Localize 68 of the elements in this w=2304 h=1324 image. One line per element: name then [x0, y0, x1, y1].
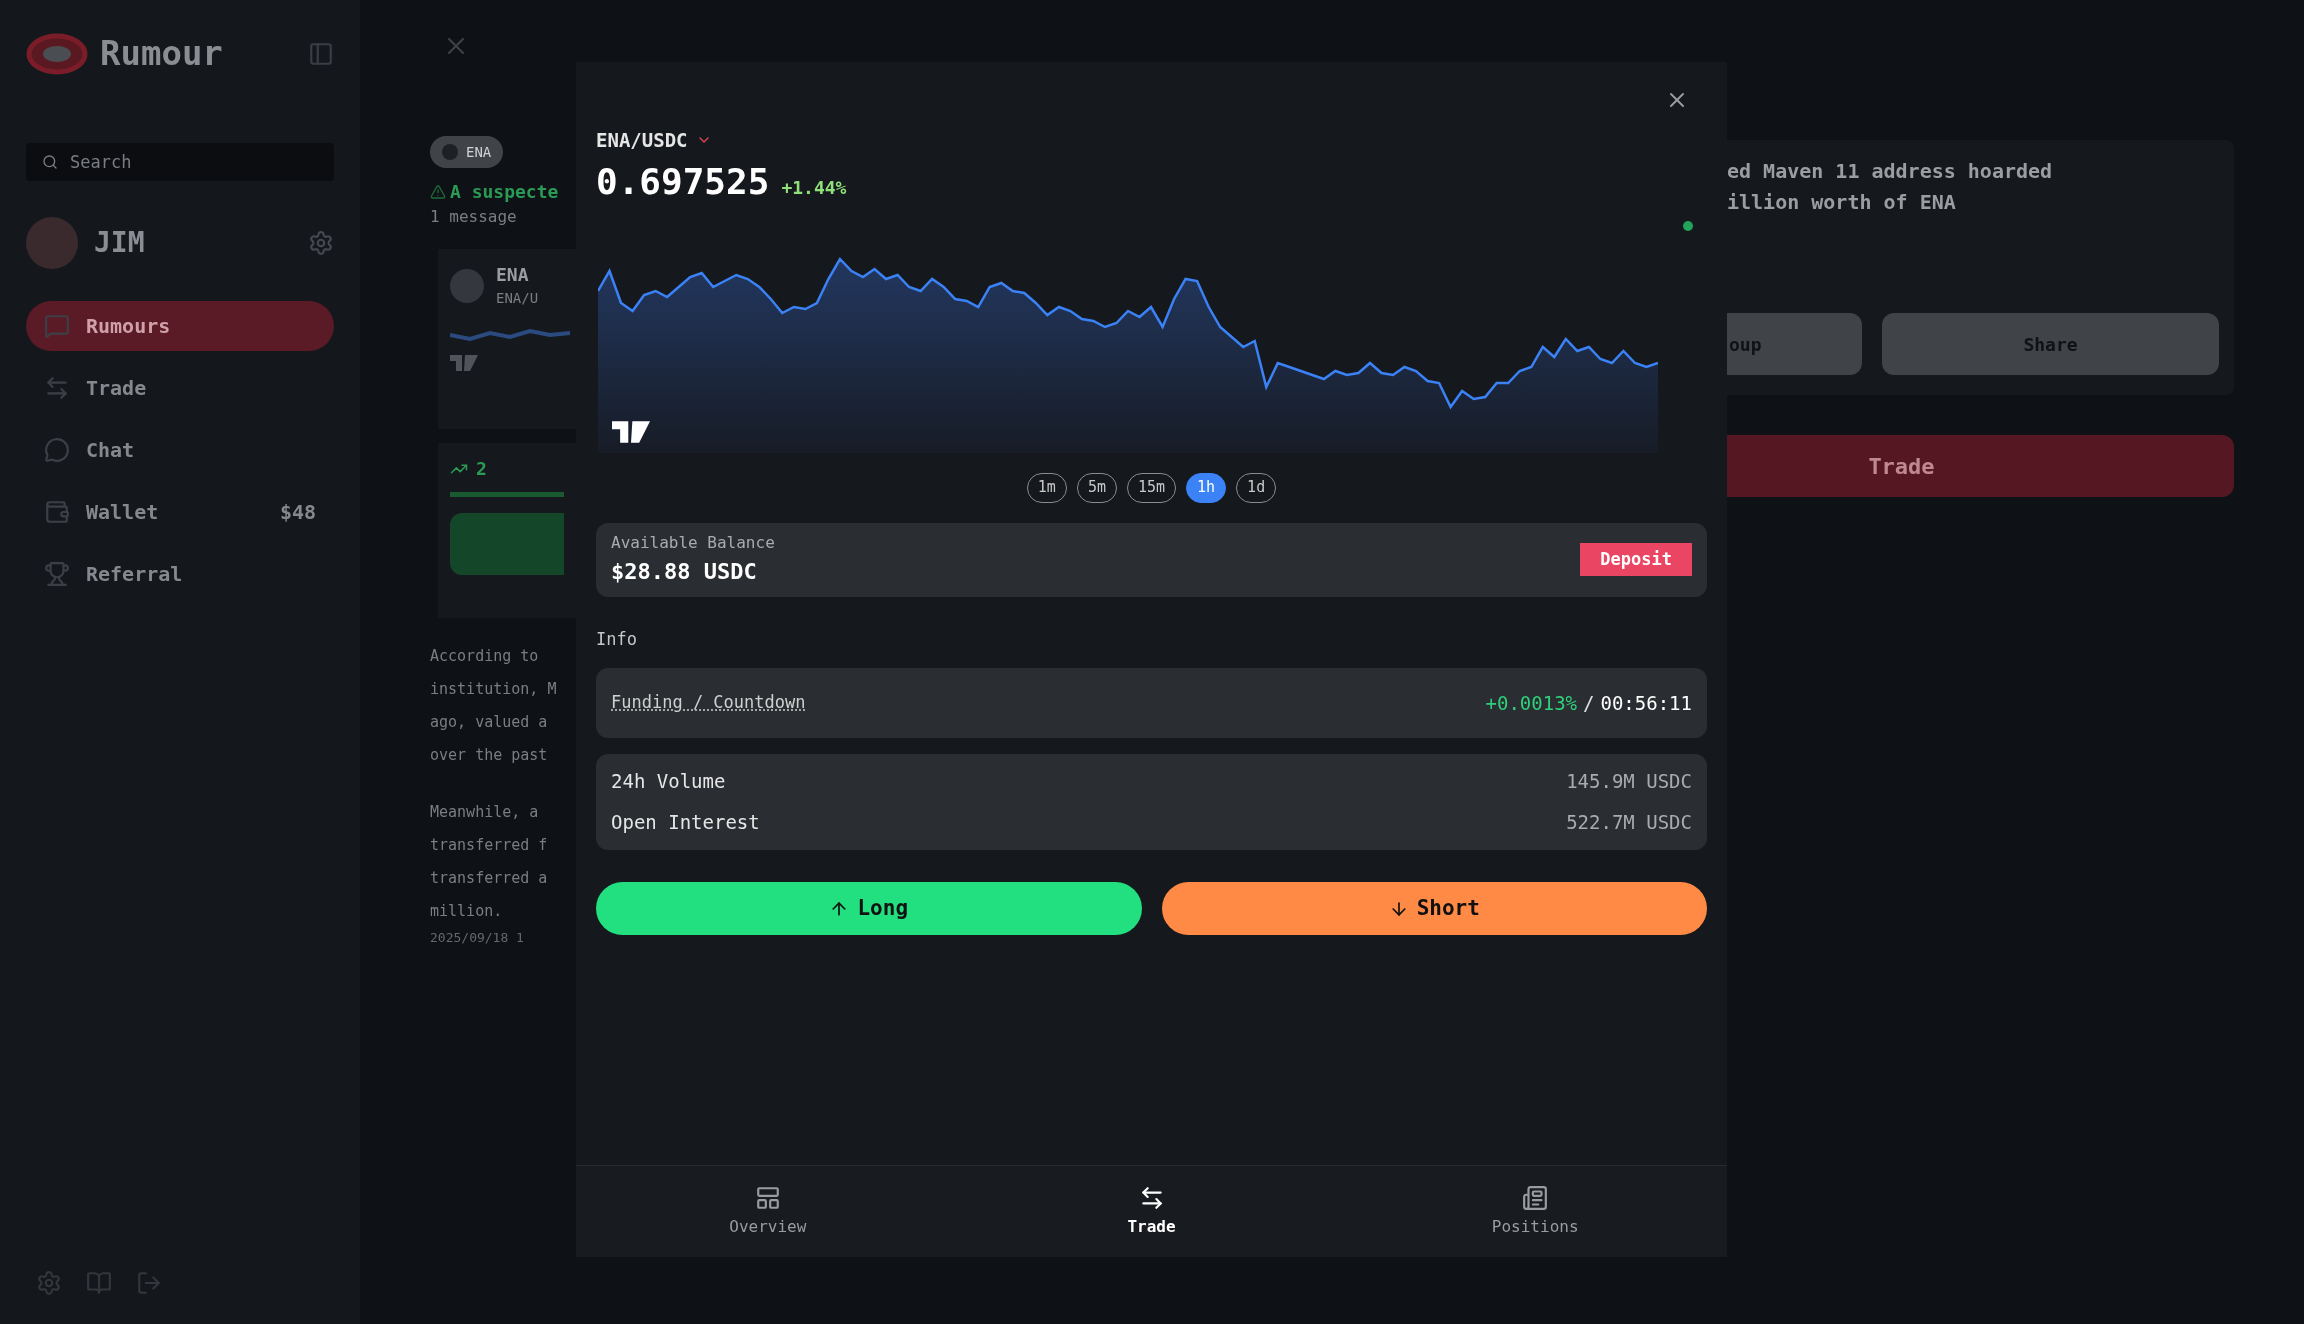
article-text: transferred f: [430, 835, 549, 856]
price: 0.697525: [596, 159, 770, 204]
token-symbol: ENA: [496, 263, 530, 287]
logout-icon[interactable]: [136, 1270, 162, 1296]
nav-item[interactable]: Chat: [26, 425, 334, 475]
stat-label: Open Interest: [611, 810, 760, 836]
sidebar-toggle-icon[interactable]: [308, 40, 334, 67]
funding-rate: +0.0013%: [1485, 690, 1578, 716]
balance-label: Available Balance: [611, 532, 776, 554]
wallet-icon: [44, 499, 70, 525]
article-text: million.: [430, 901, 504, 922]
warning-icon: [430, 183, 446, 200]
stat-value: 145.9M USDC: [1566, 769, 1692, 795]
settings-icon[interactable]: [308, 230, 334, 256]
trophy-icon: [44, 561, 70, 587]
book-icon[interactable]: [86, 1270, 112, 1296]
article-text: According to: [430, 646, 540, 667]
chart-logo-icon: [612, 420, 650, 443]
vote-count: 2: [476, 457, 487, 481]
article-text: institution, M: [430, 679, 558, 700]
headline: A suspecte: [450, 180, 559, 204]
countdown: 00:56:11: [1600, 690, 1692, 716]
separator: /: [1583, 690, 1595, 716]
article-text: over the past: [430, 745, 549, 766]
document-icon: [1522, 1184, 1549, 1211]
arrows-icon: [44, 375, 70, 401]
chart-logo-icon: [450, 355, 478, 371]
bottom-tab[interactable]: Trade: [959, 1166, 1344, 1257]
article-text: transferred a: [430, 868, 549, 889]
chat-icon: [44, 437, 70, 463]
stat-label: 24h Volume: [611, 769, 726, 795]
nav-item[interactable]: Wallet $48: [26, 487, 334, 537]
message-count: 1 message: [430, 206, 518, 228]
article-text: ago, valued a: [430, 712, 549, 733]
token-tag[interactable]: ENA: [430, 136, 504, 168]
stat-value: 522.7M USDC: [1566, 810, 1692, 836]
timeframe-button[interactable]: 1h: [1186, 472, 1227, 503]
lips-logo-icon: [26, 31, 88, 76]
price-change: +1.44%: [781, 175, 847, 200]
coin-icon: [442, 144, 458, 160]
section-label: Info: [596, 627, 638, 651]
token-pair: ENA/U: [496, 289, 539, 308]
user-name: JIM: [94, 225, 146, 261]
nav-item[interactable]: Trade: [26, 363, 334, 413]
wallet-balance: $48: [279, 499, 316, 526]
long-button[interactable]: Long: [596, 882, 1142, 935]
speech-bubble-icon: [44, 313, 70, 339]
avatar[interactable]: [26, 217, 78, 269]
bottom-tab[interactable]: Positions: [1343, 1166, 1727, 1257]
nav-item[interactable]: Referral: [26, 549, 334, 599]
deposit-button[interactable]: Deposit: [1580, 543, 1692, 576]
rumour-title: ed Maven 11 address hoarded: [1727, 158, 2054, 185]
coin-icon: [450, 269, 484, 303]
short-button[interactable]: Short: [1161, 882, 1707, 935]
timestamp: 2025/09/18 1: [430, 929, 525, 947]
panel-icon: [754, 1184, 781, 1211]
brand-name: Rumour: [100, 32, 223, 75]
search-icon: [42, 154, 58, 170]
balance-value: $28.88 USDC: [611, 558, 758, 586]
article-text: Meanwhile, a: [430, 802, 540, 823]
nav-item[interactable]: Rumours: [26, 301, 334, 351]
bottom-tab[interactable]: Overview: [576, 1166, 960, 1257]
vote-button[interactable]: [450, 513, 564, 575]
pair-selector[interactable]: ENA/USDC: [596, 126, 688, 155]
funding-label[interactable]: Funding / Countdown: [611, 690, 1486, 716]
search-field[interactable]: Search: [26, 143, 334, 181]
settings-icon[interactable]: [36, 1270, 62, 1296]
rumour-title: illion worth of ENA: [1727, 189, 1957, 216]
